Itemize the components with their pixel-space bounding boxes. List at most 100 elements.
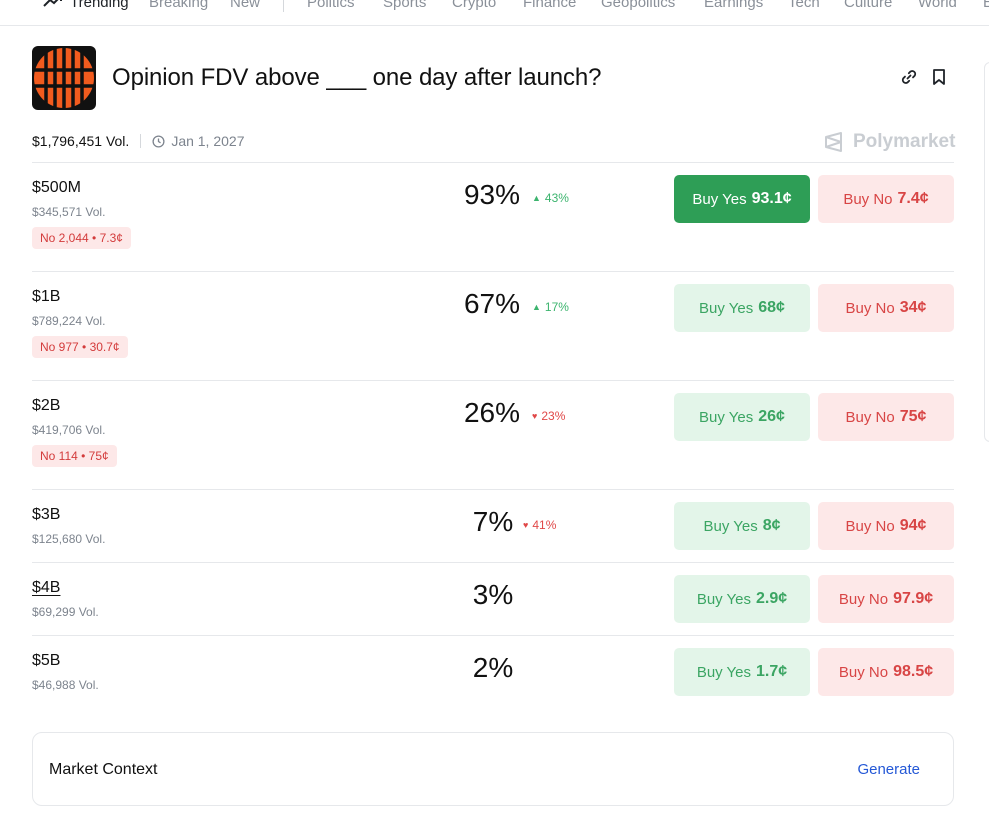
buy-yes-button[interactable]: Buy Yes 2.9¢: [674, 575, 810, 623]
market-context-card: Market Context Generate: [32, 732, 954, 806]
market-name[interactable]: $3B: [32, 506, 60, 524]
buy-no-button[interactable]: Buy No 94¢: [818, 502, 954, 550]
market-volume: $69,299 Vol.: [32, 605, 99, 619]
nav-more[interactable]: E: [983, 0, 989, 11]
buy-no-button[interactable]: Buy No 34¢: [818, 284, 954, 332]
side-panel-edge: [984, 62, 989, 442]
buy-yes-label: Buy Yes: [696, 663, 752, 681]
generate-button[interactable]: Generate: [857, 761, 920, 778]
position-chip[interactable]: No 977 • 30.7¢: [32, 336, 128, 358]
buy-yes-button[interactable]: Buy Yes 68¢: [674, 284, 810, 332]
buy-no-button[interactable]: Buy No 98.5¢: [818, 648, 954, 696]
heart-down-icon: ♥: [532, 411, 538, 421]
market-row: $2B $419,706 Vol. No 114 • 75¢ 26% ♥ 23% …: [32, 380, 954, 489]
buy-yes-price: 2.9¢: [756, 590, 788, 607]
market-logo: [32, 46, 96, 110]
end-date-text: Jan 1, 2027: [171, 133, 245, 149]
buy-yes-button[interactable]: Buy Yes 8¢: [674, 502, 810, 550]
nav-divider: [283, 0, 284, 12]
market-row: $1B $789,224 Vol. No 977 • 30.7¢ 67% ▲ 17…: [32, 271, 954, 380]
change-value: 23%: [541, 409, 566, 423]
brand-watermark: Polymarket: [823, 131, 955, 153]
market-meta: $1,796,451 Vol. Jan 1, 2027: [32, 133, 244, 149]
nav-new[interactable]: New: [230, 0, 260, 11]
link-icon[interactable]: [900, 68, 918, 86]
buy-yes-price: 93.1¢: [751, 190, 792, 207]
market-logo-icon: [34, 48, 94, 108]
bookmark-icon[interactable]: [930, 68, 948, 86]
market-volume: $125,680 Vol.: [32, 532, 106, 546]
market-name[interactable]: $2B: [32, 397, 60, 415]
nav-breaking[interactable]: Breaking: [149, 0, 208, 11]
change-value: 41%: [532, 518, 557, 532]
buy-yes-price: 8¢: [762, 517, 781, 534]
buy-no-price: 94¢: [899, 517, 927, 534]
buy-no-label: Buy No: [845, 408, 895, 426]
market-volume: $419,706 Vol.: [32, 423, 106, 437]
nav-world[interactable]: World: [918, 0, 957, 11]
buy-no-label: Buy No: [838, 590, 889, 608]
change-indicator: ♥ 23%: [532, 409, 565, 423]
buy-yes-label: Buy Yes: [699, 408, 754, 426]
change-indicator: ♥ 41%: [523, 518, 556, 532]
market-row: $5B $46,988 Vol. 2% Buy Yes 1.7¢ Buy No 98…: [32, 635, 954, 708]
change-value: 43%: [544, 191, 569, 205]
total-volume: $1,796,451 Vol.: [32, 133, 130, 149]
buy-yes-label: Buy Yes: [703, 517, 758, 535]
buy-no-price: 75¢: [899, 408, 927, 425]
buy-no-button[interactable]: Buy No 7.4¢: [818, 175, 954, 223]
trending-icon: [43, 0, 62, 7]
position-chip[interactable]: No 114 • 75¢: [32, 445, 117, 467]
market-name[interactable]: $5B: [32, 652, 60, 670]
buy-yes-button[interactable]: Buy Yes 93.1¢: [674, 175, 810, 223]
buy-no-label: Buy No: [845, 299, 895, 317]
position-chip[interactable]: No 2,044 • 7.3¢: [32, 227, 131, 249]
chance-value: 2%: [472, 652, 514, 683]
chance-value: 3%: [472, 579, 514, 610]
buy-yes-price: 1.7¢: [756, 663, 788, 680]
buy-yes-price: 68¢: [758, 299, 785, 316]
nav-earnings[interactable]: Earnings: [704, 0, 763, 11]
up-arrow-icon: ▲: [532, 193, 541, 203]
page-title: Opinion FDV above ___ one day after laun…: [112, 64, 602, 91]
brand-name: Polymarket: [853, 131, 956, 152]
buy-no-price: 97.9¢: [893, 590, 934, 607]
nav-finance[interactable]: Finance: [523, 0, 576, 11]
buy-no-price: 7.4¢: [897, 190, 929, 207]
market-row: $4B $69,299 Vol. 3% Buy Yes 2.9¢ Buy No 97…: [32, 562, 954, 635]
nav-trending[interactable]: Trending: [70, 0, 129, 11]
change-value: 17%: [544, 300, 569, 314]
polymarket-logo-icon: [825, 132, 842, 152]
buy-yes-label: Buy Yes: [696, 590, 752, 608]
buy-no-label: Buy No: [838, 663, 889, 681]
buy-no-label: Buy No: [845, 517, 895, 535]
change-indicator: ▲ 43%: [532, 191, 569, 205]
buy-yes-label: Buy Yes: [699, 299, 754, 317]
market-row: $3B $125,680 Vol. 7% ♥ 41% Buy Yes 8¢ Buy …: [32, 489, 954, 562]
top-nav: Trending Breaking New Politics Sports Cr…: [0, 0, 989, 26]
buy-no-label: Buy No: [843, 190, 893, 208]
market-row: $500M $345,571 Vol. No 2,044 • 7.3¢ 93% …: [32, 162, 954, 271]
market-volume: $345,571 Vol.: [32, 205, 106, 219]
market-name[interactable]: $4B: [32, 579, 60, 597]
change-indicator: ▲ 17%: [532, 300, 569, 314]
nav-tech[interactable]: Tech: [788, 0, 820, 11]
buy-no-button[interactable]: Buy No 97.9¢: [818, 575, 954, 623]
buy-no-button[interactable]: Buy No 75¢: [818, 393, 954, 441]
buy-yes-button[interactable]: Buy Yes 26¢: [674, 393, 810, 441]
buy-yes-label: Buy Yes: [692, 190, 747, 208]
market-name[interactable]: $1B: [32, 288, 60, 306]
nav-crypto[interactable]: Crypto: [452, 0, 496, 11]
market-name[interactable]: $500M: [32, 179, 81, 197]
buy-no-price: 98.5¢: [893, 663, 934, 680]
market-volume: $46,988 Vol.: [32, 678, 99, 692]
up-arrow-icon: ▲: [532, 302, 541, 312]
meta-divider: [140, 134, 142, 148]
heart-down-icon: ♥: [523, 520, 529, 530]
market-context-label: Market Context: [49, 761, 158, 778]
nav-geopolitics[interactable]: Geopolitics: [601, 0, 675, 11]
buy-yes-button[interactable]: Buy Yes 1.7¢: [674, 648, 810, 696]
nav-culture[interactable]: Culture: [844, 0, 892, 11]
nav-sports[interactable]: Sports: [383, 0, 426, 11]
nav-politics[interactable]: Politics: [307, 0, 355, 11]
